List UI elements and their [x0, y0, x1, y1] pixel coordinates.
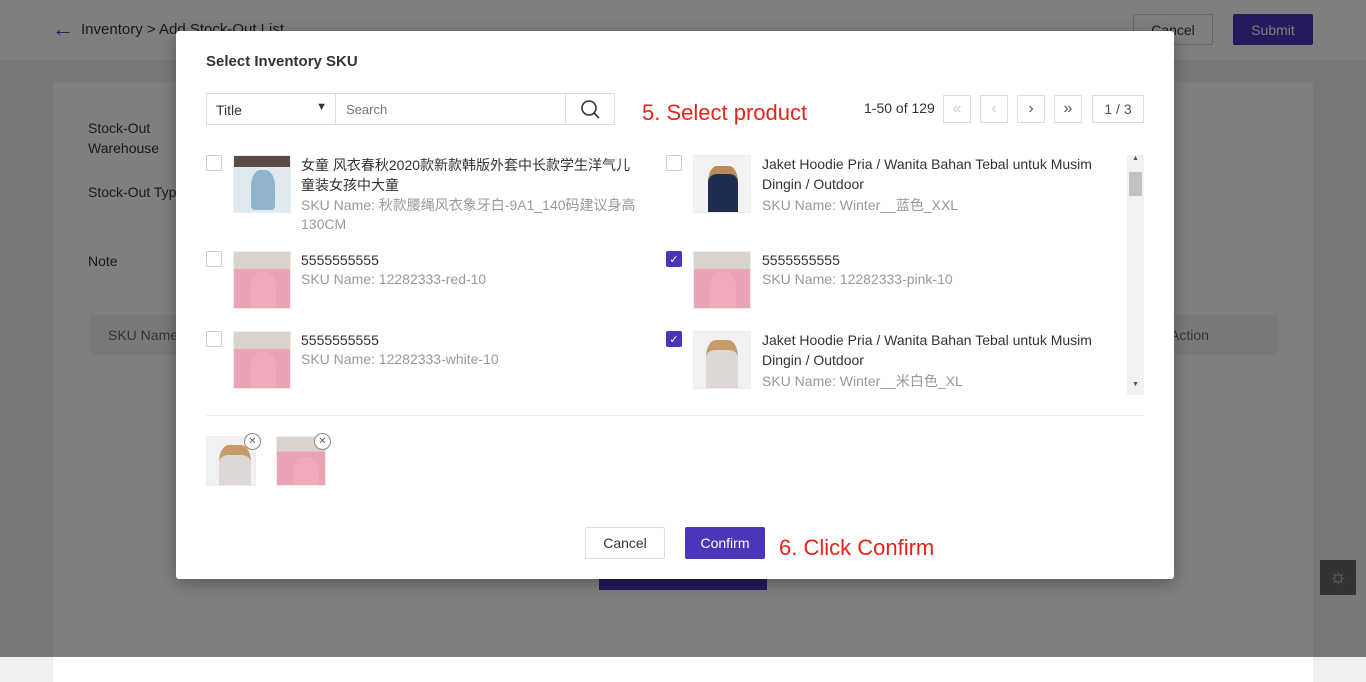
scrollbar[interactable]: ▲ ▼ — [1127, 155, 1144, 395]
chevron-down-icon: ▼ — [316, 101, 327, 113]
product-thumbnail — [693, 155, 751, 213]
filter-select-value: Title — [216, 102, 242, 118]
item-checkbox-checked[interactable]: ✓ — [666, 331, 682, 347]
item-title: 5555555555 — [301, 252, 379, 268]
item-checkbox[interactable] — [206, 331, 222, 347]
modal-cancel-button[interactable]: Cancel — [585, 527, 665, 559]
item-sku: SKU Name: 12282333-white-10 — [301, 351, 499, 367]
item-title: 5555555555 — [301, 332, 379, 348]
product-thumbnail — [233, 251, 291, 309]
item-checkbox-checked[interactable]: ✓ — [666, 251, 682, 267]
divider — [206, 415, 1144, 416]
search-input[interactable] — [335, 93, 566, 125]
item-sku: SKU Name: 12282333-pink-10 — [762, 271, 953, 287]
item-title: 女童 风衣春秋2020款新款韩版外套中长款学生洋气儿童装女孩中大童 — [301, 157, 631, 193]
annotation-click-confirm: 6. Click Confirm — [779, 535, 935, 560]
modal-title: Select Inventory SKU — [206, 53, 358, 70]
scroll-down-icon[interactable]: ▼ — [1127, 381, 1144, 393]
search-icon — [581, 100, 600, 119]
product-thumbnail — [693, 331, 751, 389]
item-checkbox[interactable] — [206, 155, 222, 171]
filter-select[interactable]: Title ▼ — [206, 93, 336, 125]
item-title: Jaket Hoodie Pria / Wanita Bahan Tebal u… — [762, 156, 1092, 192]
next-page-button[interactable]: › — [1017, 95, 1045, 123]
item-sku: SKU Name: Winter__米白色_XL — [762, 373, 963, 389]
scroll-up-icon[interactable]: ▲ — [1127, 155, 1144, 167]
product-thumbnail — [693, 251, 751, 309]
remove-icon[interactable]: ✕ — [244, 433, 261, 450]
pagination-range: 1-50 of 129 — [864, 100, 935, 116]
item-checkbox[interactable] — [206, 251, 222, 267]
item-title: 5555555555 — [762, 252, 840, 268]
prev-page-button[interactable]: ‹ — [980, 95, 1008, 123]
item-sku: SKU Name: 秋款腰绳风衣象牙白-9A1_140码建议身高130CM — [301, 197, 636, 232]
remove-icon[interactable]: ✕ — [314, 433, 331, 450]
confirm-button[interactable]: Confirm — [685, 527, 765, 559]
select-sku-modal: Select Inventory SKU Title ▼ 5. Select pr… — [176, 31, 1174, 579]
product-thumbnail — [233, 155, 291, 213]
product-thumbnail — [233, 331, 291, 389]
item-title: Jaket Hoodie Pria / Wanita Bahan Tebal u… — [762, 332, 1092, 368]
page-indicator[interactable]: 1 / 3 — [1092, 95, 1144, 123]
item-sku: SKU Name: 12282333-red-10 — [301, 271, 487, 287]
item-sku: SKU Name: Winter__蓝色_XXL — [762, 197, 959, 213]
first-page-button[interactable]: « — [943, 95, 971, 123]
last-page-button[interactable]: » — [1054, 95, 1082, 123]
scrollbar-thumb[interactable] — [1129, 172, 1142, 196]
annotation-select-product: 5. Select product — [642, 100, 808, 125]
item-checkbox[interactable] — [666, 155, 682, 171]
search-button[interactable] — [565, 93, 615, 125]
sku-list: 女童 风衣春秋2020款新款韩版外套中长款学生洋气儿童装女孩中大童 SKU Na… — [176, 151, 1174, 397]
